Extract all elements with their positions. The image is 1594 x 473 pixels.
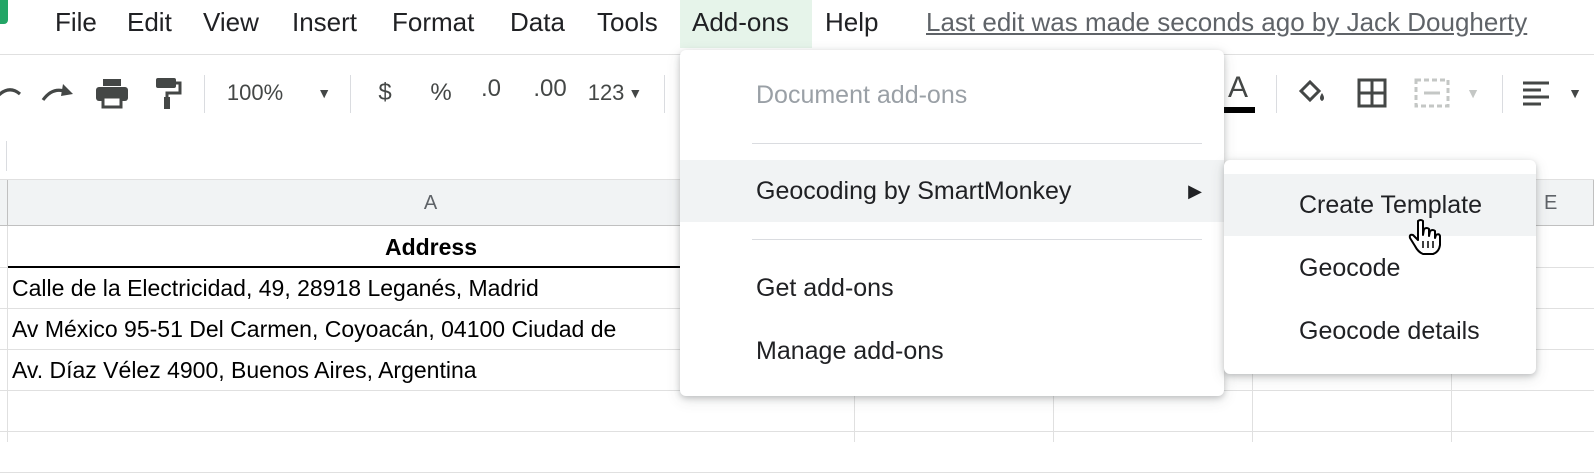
toolbar-separator [664, 75, 665, 113]
toolbar-separator [350, 75, 351, 113]
menu-file[interactable]: File [43, 0, 109, 48]
menu-tools[interactable]: Tools [585, 0, 670, 48]
percent-format-button[interactable]: % [424, 55, 458, 131]
get-addons-item[interactable]: Get add-ons [680, 257, 1224, 319]
submenu-arrow-icon: ▶ [1188, 181, 1202, 201]
increase-decimal-button[interactable]: .00 [528, 55, 572, 131]
print-icon[interactable] [93, 55, 131, 131]
toolbar-separator [1502, 75, 1503, 113]
formula-bar-separator [6, 141, 7, 171]
borders-icon[interactable] [1352, 55, 1392, 131]
decrease-decimal-button[interactable]: .0 [474, 55, 508, 131]
more-formats-label: 123 [587, 80, 625, 105]
geocode-details-item[interactable]: Geocode details [1224, 300, 1536, 362]
merge-dropdown-chevron-icon[interactable]: ▼ [1460, 55, 1486, 131]
manage-addons-item[interactable]: Manage add-ons [680, 320, 1224, 382]
chevron-down-icon: ▼ [628, 85, 643, 101]
geocode-item[interactable]: Geocode [1224, 237, 1536, 299]
table-row [0, 391, 1594, 432]
paint-format-icon[interactable] [150, 55, 184, 131]
menu-separator [752, 239, 1202, 240]
redo-icon[interactable] [38, 55, 78, 131]
select-all-corner[interactable] [0, 180, 8, 226]
menu-data[interactable]: Data [498, 0, 577, 48]
fill-color-icon[interactable] [1292, 55, 1332, 131]
menu-separator [752, 143, 1202, 144]
hand-cursor-icon [1408, 218, 1442, 256]
text-color-swatch [1221, 107, 1255, 113]
menu-format[interactable]: Format [380, 0, 486, 48]
create-template-item[interactable]: Create Template [1224, 174, 1536, 236]
text-color-letter: A [1227, 71, 1248, 104]
zoom-value: 100% [226, 80, 284, 105]
more-formats-button[interactable]: 123 ▼ [582, 55, 648, 131]
increase-decimal-label: .00 [533, 75, 567, 102]
undo-icon[interactable] [0, 55, 22, 131]
decrease-decimal-label: .0 [480, 75, 501, 102]
menu-help[interactable]: Help [813, 0, 890, 48]
column-header-e[interactable]: E [1536, 180, 1594, 226]
geocoding-smartmonkey-label: Geocoding by SmartMonkey [756, 177, 1072, 205]
menu-insert[interactable]: Insert [280, 0, 369, 48]
last-edit-link[interactable]: Last edit was made seconds ago by Jack D… [926, 0, 1527, 48]
align-left-icon[interactable] [1516, 55, 1556, 131]
chevron-down-icon: ▼ [317, 85, 332, 101]
toolbar-separator [204, 75, 205, 113]
merge-cells-icon[interactable] [1410, 55, 1454, 131]
table-row [0, 432, 1594, 473]
sheets-logo-icon[interactable] [0, 0, 8, 24]
align-dropdown-chevron-icon[interactable]: ▼ [1560, 55, 1590, 131]
menu-edit[interactable]: Edit [115, 0, 184, 48]
menu-addons[interactable]: Add-ons [680, 0, 812, 48]
currency-format-button[interactable]: $ [368, 55, 402, 131]
geocoding-smartmonkey-item[interactable]: Geocoding by SmartMonkey ▶ [680, 160, 1224, 222]
document-addons-label: Document add-ons [756, 81, 968, 109]
grid-line [7, 226, 8, 442]
menu-view[interactable]: View [191, 0, 271, 48]
toolbar-separator [1276, 75, 1277, 113]
smartmonkey-submenu: Create Template Geocode Geocode details [1224, 160, 1536, 374]
zoom-select[interactable]: 100% ▼ [220, 55, 338, 131]
addons-dropdown-menu: Document add-ons Geocoding by SmartMonke… [680, 50, 1224, 396]
menu-bar: File Edit View Insert Format Data Tools … [0, 0, 1594, 48]
